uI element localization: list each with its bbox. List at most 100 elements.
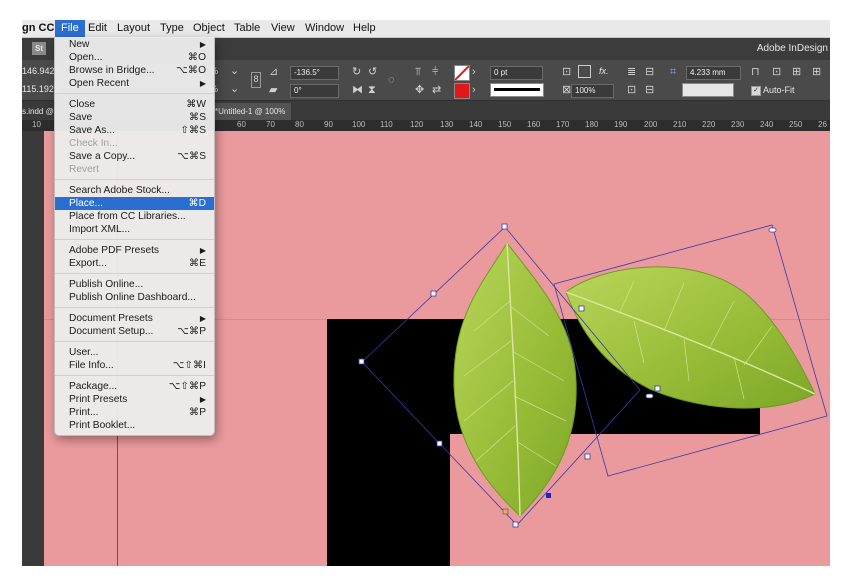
effects-icon[interactable]: fx.: [599, 66, 609, 76]
menu-table[interactable]: Table: [228, 20, 266, 37]
stroke-weight-field[interactable]: 0 pt: [490, 66, 543, 80]
menu-item-label: Save As...: [69, 125, 115, 136]
fit-content-icon[interactable]: ⊡: [772, 66, 781, 78]
menu-item-open[interactable]: Open... ⌘O: [55, 51, 214, 64]
fill-menu-arrow-icon[interactable]: ›: [472, 66, 476, 78]
menu-bar: gn CC File Edit Layout Type Object Table…: [22, 20, 830, 38]
menu-file[interactable]: File: [55, 20, 85, 37]
menu-help[interactable]: Help: [347, 20, 382, 37]
menu-item-package[interactable]: Package... ⌥⇧⌘P: [55, 380, 214, 393]
menu-item-shortcut: ⌥⌘O: [176, 65, 206, 76]
shear-angle-field[interactable]: 0°: [290, 84, 339, 98]
menu-item-label: User...: [69, 347, 99, 358]
menu-item-save-as[interactable]: Save As... ⇧⌘S: [55, 124, 214, 137]
menu-item-new[interactable]: New ▶: [55, 38, 214, 51]
menu-item-label: Print Booklet...: [69, 420, 136, 431]
tab-other-doc[interactable]: s.indd @: [22, 103, 54, 120]
stroke-type-select[interactable]: [490, 83, 544, 97]
menu-item-file-info[interactable]: File Info... ⌥⇧⌘I: [55, 359, 214, 372]
selected-anchor-handle[interactable]: [546, 493, 551, 498]
menu-item-user[interactable]: User...: [55, 346, 214, 359]
flip-horizontal-icon[interactable]: ⧓: [352, 84, 363, 96]
menu-item-label: Export...: [69, 258, 107, 269]
menu-separator: [55, 341, 214, 342]
menu-item-print-booklet[interactable]: Print Booklet...: [55, 419, 214, 432]
menu-item-document-presets[interactable]: Document Presets ▶: [55, 312, 214, 325]
ruler-label: 230: [731, 120, 745, 129]
menu-item-label: Open Recent: [69, 78, 130, 89]
menu-item-search-adobe-stock[interactable]: Search Adobe Stock...: [55, 184, 214, 197]
ruler-label: 26: [818, 120, 827, 129]
constrain-link-icon[interactable]: 8: [251, 72, 261, 88]
dropdown-arrow-icon[interactable]: ⌄: [230, 83, 239, 95]
text-wrap-none-icon[interactable]: ⊟: [645, 84, 654, 96]
select-content-icon[interactable]: ✥: [415, 84, 424, 96]
reference-point-handle[interactable]: [502, 508, 509, 515]
menu-item-publish-online[interactable]: Publish Online...: [55, 278, 214, 291]
stock-badge[interactable]: St: [32, 42, 46, 55]
text-wrap-icon[interactable]: ≣: [627, 66, 636, 78]
corner-size-field[interactable]: 4.233 mm: [686, 66, 741, 80]
menu-item-close[interactable]: Close ⌘W: [55, 98, 214, 111]
corner-options-icon[interactable]: ⌗: [670, 66, 676, 78]
menu-item-place-from-cc-libraries[interactable]: Place from CC Libraries...: [55, 210, 214, 223]
menu-item-export[interactable]: Export... ⌘E: [55, 257, 214, 270]
corner-shape-select[interactable]: [682, 83, 734, 97]
menu-item-print[interactable]: Print... ⌘P: [55, 406, 214, 419]
stroke-swatch[interactable]: [454, 83, 470, 99]
menu-item-save-a-copy[interactable]: Save a Copy... ⌥⌘S: [55, 150, 214, 163]
menu-item-browse-in-bridge[interactable]: Browse in Bridge... ⌥⌘O: [55, 64, 214, 77]
ruler-label: 250: [789, 120, 803, 129]
indesign-window: gn CC File Edit Layout Type Object Table…: [22, 20, 830, 566]
left-leaf[interactable]: [453, 242, 577, 517]
drop-shadow-icon[interactable]: [578, 65, 591, 78]
menu-window[interactable]: Window: [299, 20, 350, 37]
select-next-icon[interactable]: ⇄: [432, 84, 441, 96]
submenu-arrow-icon: ▶: [199, 314, 206, 323]
dropdown-arrow-icon[interactable]: ⌄: [230, 65, 239, 77]
menu-separator: [55, 307, 214, 308]
menu-object[interactable]: Object: [187, 20, 231, 37]
menu-item-adobe-pdf-presets[interactable]: Adobe PDF Presets ▶: [55, 244, 214, 257]
app-menu[interactable]: gn CC: [22, 20, 54, 37]
app-title: Adobe InDesign: [756, 43, 828, 54]
autofit-checkbox[interactable]: ✓: [751, 86, 761, 96]
menu-edit[interactable]: Edit: [82, 20, 113, 37]
selection-container-icon[interactable]: ◌: [388, 74, 395, 86]
menu-item-open-recent[interactable]: Open Recent ▶: [55, 77, 214, 90]
stroke-menu-arrow-icon[interactable]: ›: [472, 84, 476, 96]
ruler-label: 150: [498, 120, 512, 129]
menu-item-import-xml[interactable]: Import XML...: [55, 223, 214, 236]
menu-item-shortcut: ⌥⌘S: [177, 151, 206, 162]
rotate-cw-icon[interactable]: ↻: [352, 66, 361, 78]
opacity-field[interactable]: 100%: [571, 84, 614, 98]
text-wrap-around-icon[interactable]: ⊟: [645, 66, 654, 78]
menu-item-place[interactable]: Place... ⌘D: [55, 197, 214, 210]
fit-frame-icon[interactable]: ⊓: [751, 66, 760, 78]
menu-type[interactable]: Type: [154, 20, 190, 37]
align-icon[interactable]: ⫪: [415, 66, 421, 78]
vertical-ruler[interactable]: [22, 131, 44, 566]
ruler-label: 170: [556, 120, 570, 129]
fill-frame-icon[interactable]: ⊞: [792, 66, 801, 78]
menu-item-shortcut: ⌥⇧⌘P: [168, 381, 206, 392]
right-leaf[interactable]: [565, 266, 816, 409]
menu-item-label: Search Adobe Stock...: [69, 185, 170, 196]
text-wrap-jump-icon[interactable]: ⊡: [627, 84, 636, 96]
distribute-icon[interactable]: ⫩: [432, 66, 438, 78]
center-content-icon[interactable]: ⊞: [812, 66, 821, 78]
menu-item-shortcut: ⌥⇧⌘I: [172, 360, 206, 371]
menu-item-save[interactable]: Save ⌘S: [55, 111, 214, 124]
rotate-ccw-icon[interactable]: ↺: [368, 66, 377, 78]
menu-item-publish-online-dashboard[interactable]: Publish Online Dashboard...: [55, 291, 214, 304]
menu-item-print-presets[interactable]: Print Presets ▶: [55, 393, 214, 406]
ruler-label: 210: [673, 120, 687, 129]
menu-layout[interactable]: Layout: [111, 20, 156, 37]
menu-view[interactable]: View: [265, 20, 301, 37]
menu-item-document-setup[interactable]: Document Setup... ⌥⌘P: [55, 325, 214, 338]
rotation-angle-field[interactable]: -136.5°: [290, 66, 339, 80]
tab-untitled-1[interactable]: *Untitled-1 @ 100%: [209, 103, 292, 120]
flip-vertical-icon[interactable]: ⧗: [368, 84, 376, 96]
fill-swatch[interactable]: [454, 65, 470, 81]
frame-fitting-icon[interactable]: ⊡: [562, 66, 571, 78]
